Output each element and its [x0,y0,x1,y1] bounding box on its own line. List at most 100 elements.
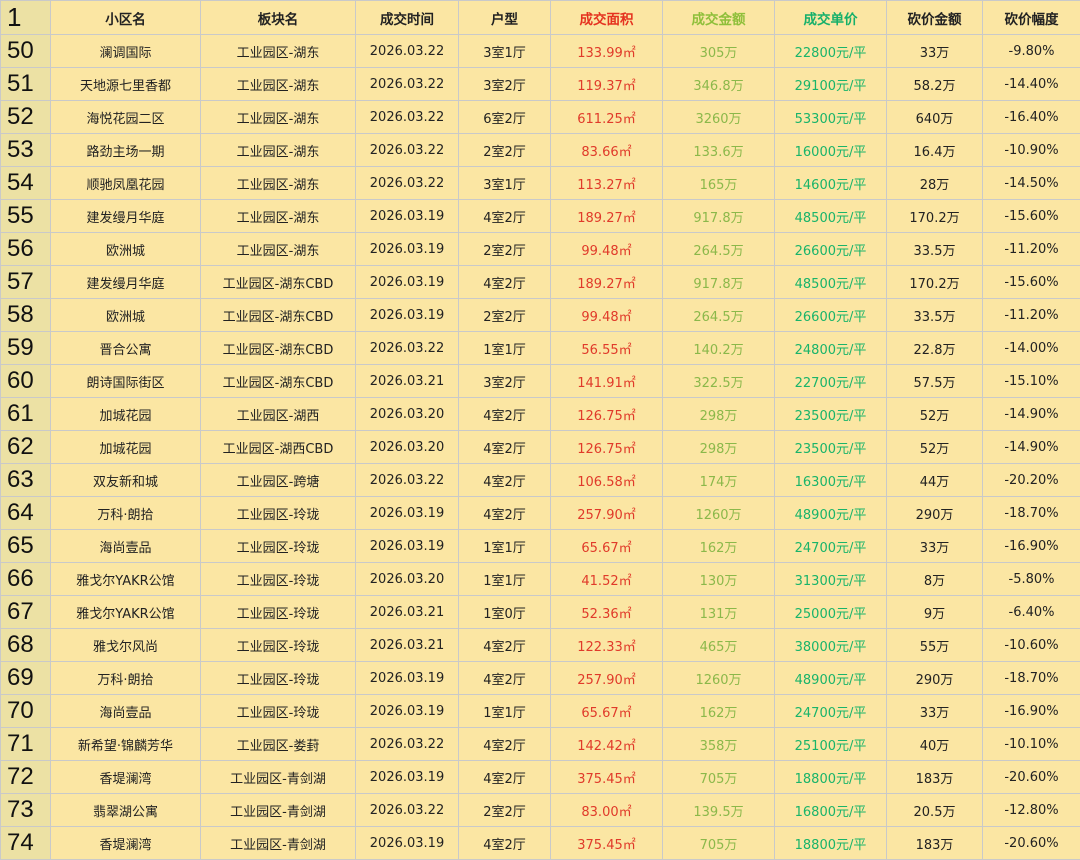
cell-layout[interactable]: 4室2厅 [459,464,551,497]
row-number[interactable]: 56 [1,233,51,266]
cell-deal-date[interactable]: 2026.03.19 [356,761,459,794]
cell-amount[interactable]: 346.8万 [663,68,775,101]
cell-layout[interactable]: 1室1厅 [459,332,551,365]
cell-layout[interactable]: 4室2厅 [459,629,551,662]
cell-unit-price[interactable]: 18800元/平 [775,761,887,794]
cell-area[interactable]: 83.00㎡ [551,794,663,827]
cell-community-name[interactable]: 海悦花园二区 [51,101,201,134]
cell-community-name[interactable]: 新希望·锦麟芳华 [51,728,201,761]
cell-unit-price[interactable]: 14600元/平 [775,167,887,200]
cell-block-name[interactable]: 工业园区-湖东 [201,35,356,68]
cell-community-name[interactable]: 欧洲城 [51,233,201,266]
cell-cut-percent[interactable]: -14.50% [983,167,1080,200]
cell-area[interactable]: 65.67㎡ [551,695,663,728]
cell-area[interactable]: 106.58㎡ [551,464,663,497]
cell-cut-amount[interactable]: 57.5万 [887,365,983,398]
cell-area[interactable]: 65.67㎡ [551,530,663,563]
cell-cut-amount[interactable]: 52万 [887,431,983,464]
cell-deal-date[interactable]: 2026.03.19 [356,827,459,860]
cell-deal-date[interactable]: 2026.03.21 [356,629,459,662]
cell-area[interactable]: 122.33㎡ [551,629,663,662]
cell-area[interactable]: 141.91㎡ [551,365,663,398]
column-header-unit-price[interactable]: 成交单价 [775,1,887,35]
cell-community-name[interactable]: 天地源七里香都 [51,68,201,101]
cell-unit-price[interactable]: 26600元/平 [775,299,887,332]
cell-cut-percent[interactable]: -10.60% [983,629,1080,662]
cell-deal-date[interactable]: 2026.03.19 [356,266,459,299]
cell-cut-amount[interactable]: 52万 [887,398,983,431]
row-number[interactable]: 68 [1,629,51,662]
row-number[interactable]: 50 [1,35,51,68]
cell-cut-amount[interactable]: 290万 [887,497,983,530]
cell-community-name[interactable]: 澜调国际 [51,35,201,68]
cell-deal-date[interactable]: 2026.03.20 [356,431,459,464]
column-header-cut-percent[interactable]: 砍价幅度 [983,1,1080,35]
cell-unit-price[interactable]: 23500元/平 [775,431,887,464]
cell-amount[interactable]: 705万 [663,761,775,794]
cell-block-name[interactable]: 工业园区-湖东 [201,68,356,101]
cell-cut-percent[interactable]: -18.70% [983,662,1080,695]
cell-deal-date[interactable]: 2026.03.19 [356,299,459,332]
cell-cut-amount[interactable]: 33万 [887,530,983,563]
cell-cut-percent[interactable]: -16.40% [983,101,1080,134]
cell-area[interactable]: 52.36㎡ [551,596,663,629]
cell-layout[interactable]: 4室2厅 [459,398,551,431]
cell-layout[interactable]: 3室2厅 [459,365,551,398]
cell-block-name[interactable]: 工业园区-湖东CBD [201,332,356,365]
cell-block-name[interactable]: 工业园区-青剑湖 [201,794,356,827]
cell-cut-amount[interactable]: 170.2万 [887,200,983,233]
row-number[interactable]: 64 [1,497,51,530]
row-number[interactable]: 58 [1,299,51,332]
cell-amount[interactable]: 174万 [663,464,775,497]
cell-deal-date[interactable]: 2026.03.21 [356,365,459,398]
cell-amount[interactable]: 298万 [663,431,775,464]
row-number[interactable]: 71 [1,728,51,761]
cell-cut-amount[interactable]: 22.8万 [887,332,983,365]
cell-cut-amount[interactable]: 290万 [887,662,983,695]
cell-block-name[interactable]: 工业园区-玲珑 [201,596,356,629]
row-number[interactable]: 54 [1,167,51,200]
cell-cut-percent[interactable]: -12.80% [983,794,1080,827]
row-number[interactable]: 57 [1,266,51,299]
cell-deal-date[interactable]: 2026.03.20 [356,563,459,596]
cell-area[interactable]: 99.48㎡ [551,233,663,266]
cell-cut-amount[interactable]: 20.5万 [887,794,983,827]
cell-cut-amount[interactable]: 33万 [887,695,983,728]
cell-amount[interactable]: 162万 [663,695,775,728]
column-header-block[interactable]: 板块名 [201,1,356,35]
cell-amount[interactable]: 465万 [663,629,775,662]
cell-area[interactable]: 257.90㎡ [551,662,663,695]
cell-amount[interactable]: 264.5万 [663,233,775,266]
cell-unit-price[interactable]: 48900元/平 [775,662,887,695]
cell-layout[interactable]: 4室2厅 [459,266,551,299]
cell-block-name[interactable]: 工业园区-青剑湖 [201,827,356,860]
cell-cut-percent[interactable]: -14.90% [983,431,1080,464]
cell-deal-date[interactable]: 2026.03.22 [356,728,459,761]
cell-unit-price[interactable]: 48500元/平 [775,266,887,299]
cell-community-name[interactable]: 万科·朗拾 [51,662,201,695]
cell-area[interactable]: 257.90㎡ [551,497,663,530]
row-number[interactable]: 51 [1,68,51,101]
cell-unit-price[interactable]: 53300元/平 [775,101,887,134]
cell-cut-percent[interactable]: -14.00% [983,332,1080,365]
cell-cut-percent[interactable]: -9.80% [983,35,1080,68]
cell-layout[interactable]: 2室2厅 [459,134,551,167]
cell-deal-date[interactable]: 2026.03.22 [356,134,459,167]
cell-community-name[interactable]: 海尚壹品 [51,695,201,728]
cell-deal-date[interactable]: 2026.03.20 [356,398,459,431]
cell-block-name[interactable]: 工业园区-湖西 [201,398,356,431]
row-number[interactable]: 65 [1,530,51,563]
cell-amount[interactable]: 917.8万 [663,266,775,299]
row-number[interactable]: 62 [1,431,51,464]
cell-unit-price[interactable]: 22800元/平 [775,35,887,68]
cell-deal-date[interactable]: 2026.03.19 [356,530,459,563]
cell-block-name[interactable]: 工业园区-湖东CBD [201,266,356,299]
cell-deal-date[interactable]: 2026.03.19 [356,233,459,266]
cell-area[interactable]: 142.42㎡ [551,728,663,761]
cell-area[interactable]: 375.45㎡ [551,827,663,860]
cell-area[interactable]: 126.75㎡ [551,431,663,464]
cell-amount[interactable]: 131万 [663,596,775,629]
cell-community-name[interactable]: 建发缦月华庭 [51,266,201,299]
cell-layout[interactable]: 1室1厅 [459,530,551,563]
cell-cut-amount[interactable]: 170.2万 [887,266,983,299]
